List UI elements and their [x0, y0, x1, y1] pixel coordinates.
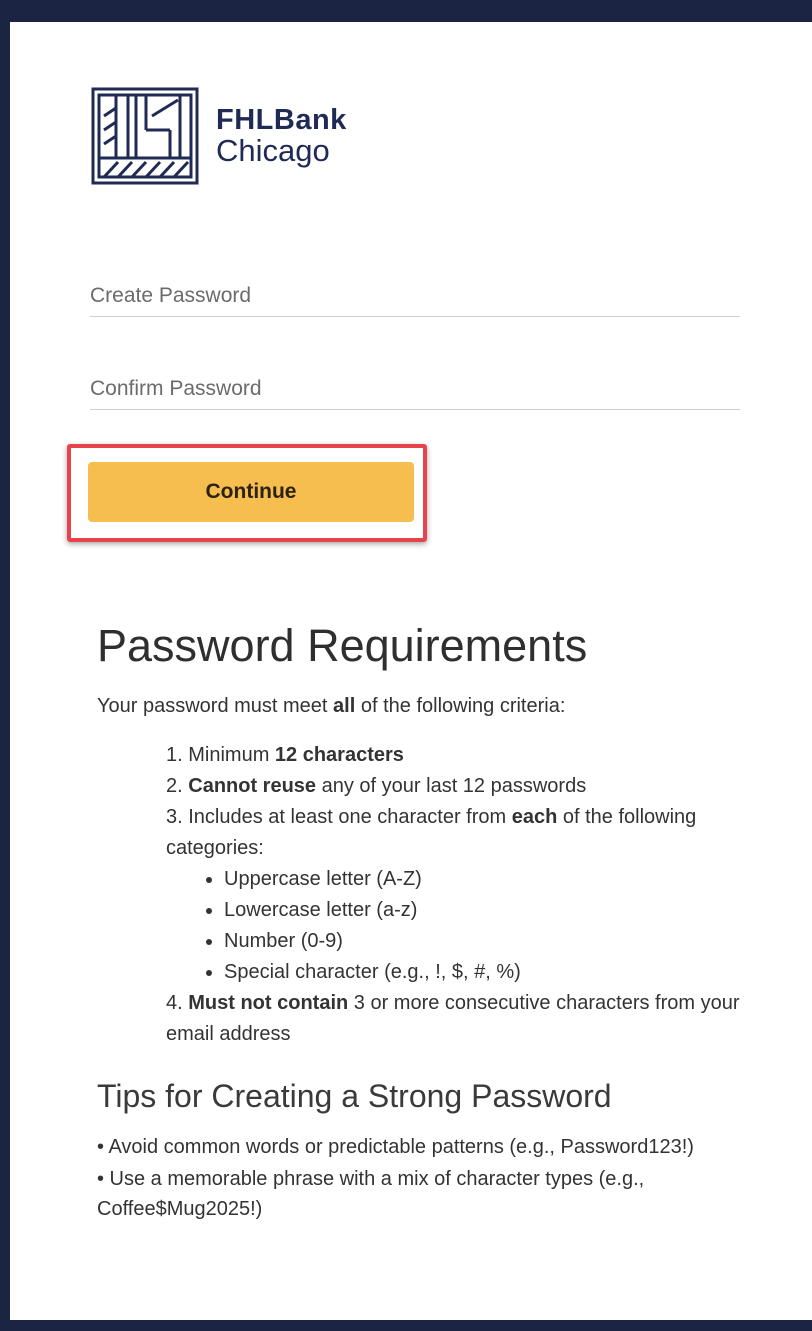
- tip-item: • Use a memorable phrase with a mix of c…: [97, 1168, 645, 1220]
- intro-bold: all: [333, 695, 356, 717]
- requirement-2: 2. Cannot reuse any of your last 12 pass…: [166, 771, 766, 802]
- requirement-4: 4. Must not contain 3 or more consecutiv…: [166, 988, 766, 1050]
- req4-pre: 4.: [166, 992, 189, 1014]
- brand-line2: Chicago: [216, 132, 330, 168]
- category-item: Lowercase letter (a-z): [224, 895, 766, 926]
- requirements-title: Password Requirements: [97, 620, 588, 671]
- requirement-3: 3. Includes at least one character from …: [166, 802, 766, 864]
- requirement-1: 1. Minimum 12 characters: [166, 740, 766, 771]
- req3-pre: 3. Includes at least one character from: [166, 806, 512, 828]
- category-item: Number (0-9): [224, 926, 766, 957]
- intro-post: of the following criteria:: [355, 695, 566, 717]
- req2-pre: 2.: [166, 775, 189, 797]
- create-password-field: [90, 284, 740, 317]
- brand-logo: FHLBank Chicago: [90, 86, 347, 186]
- confirm-password-field: [90, 377, 740, 410]
- req1-bold: 12 characters: [274, 744, 404, 766]
- req4-bold: Must not contain: [188, 992, 349, 1014]
- password-card: FHLBank Chicago Continue Password Requir…: [10, 22, 812, 1320]
- tips-title: Tips for Creating a Strong Password: [97, 1078, 612, 1114]
- category-list: Uppercase letter (A-Z) Lowercase letter …: [166, 864, 766, 988]
- brand-line1: FHLBank: [216, 103, 347, 136]
- tips-list: • Avoid common words or predictable patt…: [97, 1132, 777, 1226]
- req1-pre: 1. Minimum: [166, 744, 275, 766]
- tip-item: • Avoid common words or predictable patt…: [97, 1136, 694, 1158]
- confirm-password-input[interactable]: [90, 377, 740, 401]
- fhlbank-logo-icon: [91, 87, 199, 185]
- intro-pre: Your password must meet: [97, 695, 334, 717]
- requirements-intro: Your password must meet all of the follo…: [97, 695, 565, 718]
- req3-bold: each: [511, 806, 558, 828]
- req2-post: any of your last 12 passwords: [316, 775, 587, 797]
- brand-name: FHLBank Chicago: [216, 103, 347, 168]
- requirements-list: 1. Minimum 12 characters 2. Cannot reuse…: [166, 740, 766, 1050]
- req2-bold: Cannot reuse: [188, 775, 317, 797]
- continue-button[interactable]: Continue: [88, 462, 414, 522]
- category-item: Uppercase letter (A-Z): [224, 864, 766, 895]
- category-item: Special character (e.g., !, $, #, %): [224, 957, 766, 988]
- create-password-input[interactable]: [90, 284, 740, 308]
